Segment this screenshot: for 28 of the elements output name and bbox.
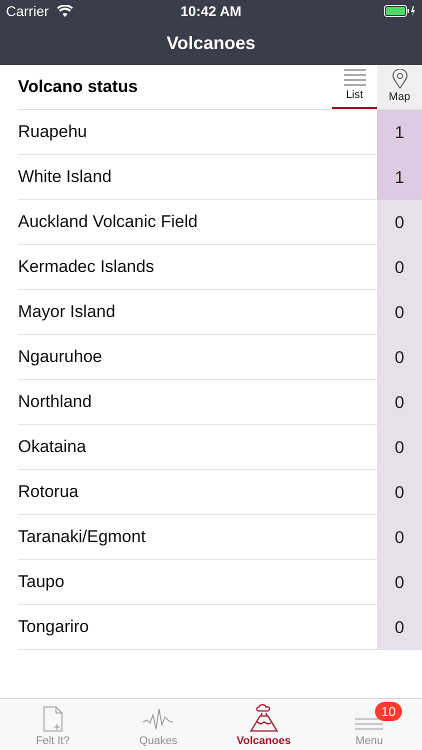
alert-level: 0: [377, 200, 422, 245]
nav-title: Volcanoes: [166, 33, 256, 54]
alert-level: 0: [377, 470, 422, 515]
status-time: 10:42 AM: [180, 3, 242, 19]
notification-badge: 10: [375, 702, 402, 721]
map-view-tab[interactable]: Map: [377, 65, 422, 109]
map-pin-icon: [392, 69, 408, 89]
alert-level: 0: [377, 290, 422, 335]
alert-level: 0: [377, 560, 422, 605]
tab-bar-item[interactable]: Volcanoes: [211, 699, 316, 750]
alert-level: 0: [377, 245, 422, 290]
battery-icon: [384, 5, 416, 17]
wifi-icon: [56, 5, 73, 17]
alert-level: 1: [377, 110, 422, 155]
alert-level: 0: [377, 425, 422, 470]
tab-bar-item[interactable]: Menu 10: [316, 699, 422, 750]
carrier-label: Carrier: [6, 3, 49, 19]
alert-level: 0: [377, 380, 422, 425]
alert-level: 1: [377, 155, 422, 200]
alert-level: 0: [377, 335, 422, 380]
document-plus-icon: [42, 706, 63, 732]
list-icon: [344, 69, 366, 87]
seismograph-icon: [143, 708, 174, 732]
volcano-icon: [250, 704, 278, 732]
menu-icon: [355, 716, 384, 732]
alert-level: 0: [377, 605, 422, 650]
alert-level: 0: [377, 515, 422, 560]
section-title: Volcano status: [18, 77, 139, 97]
